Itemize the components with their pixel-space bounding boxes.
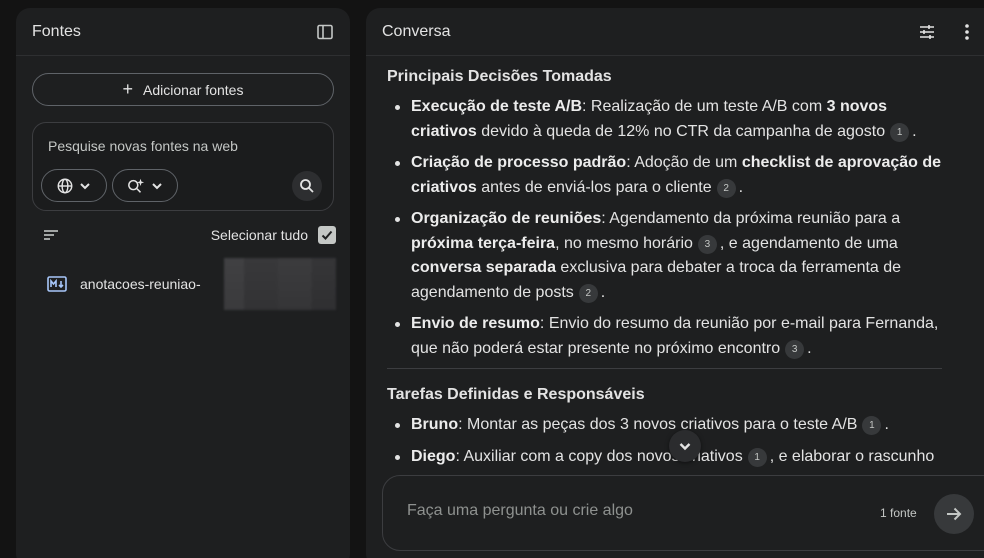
list-item: Organização de reuniões: Agendamento da … [387, 207, 947, 305]
tasks-list: Bruno: Montar as peças dos 3 novos criat… [387, 413, 947, 469]
item-heading: Organização de reuniões [411, 210, 602, 227]
item-text: , no mesmo horário [555, 234, 693, 252]
chat-input[interactable] [407, 502, 847, 520]
sources-title: Fontes [32, 22, 81, 40]
source-name: anotacoes-reuniao- [80, 276, 201, 292]
sidebar-toggle-icon[interactable] [310, 17, 340, 47]
sources-header: Fontes [16, 8, 350, 56]
citation-chip[interactable]: 1 [747, 447, 767, 467]
citation-chip[interactable]: 1 [862, 416, 882, 435]
web-search-card [32, 122, 334, 211]
sources-panel: Fontes + Adicionar fontes Pesquise novas… [16, 8, 350, 558]
source-count: 1 fonte [880, 506, 917, 520]
select-all-checkbox[interactable] [318, 226, 336, 244]
chevron-down-icon [679, 443, 691, 451]
item-heading: Diego [411, 447, 456, 465]
app-window: Fontes + Adicionar fontes Pesquise novas… [0, 0, 984, 558]
citation-chip[interactable]: 2 [578, 283, 598, 303]
list-item: Bruno: Montar as peças dos 3 novos criat… [387, 413, 947, 438]
tune-icon[interactable] [912, 17, 942, 47]
citation-chip[interactable]: 1 [890, 122, 910, 142]
arrow-right-icon [947, 507, 962, 521]
web-source-dropdown[interactable] [41, 169, 107, 202]
source-item[interactable]: anotacoes-reuniao- [32, 258, 336, 310]
item-heading: Criação de processo padrão [411, 154, 627, 171]
check-icon [321, 230, 333, 240]
list-item: Envio de resumo: Envio do resumo da reun… [387, 312, 947, 361]
search-icon [300, 179, 314, 193]
select-all-row: Selecionar tudo [32, 220, 336, 250]
research-sparkle-icon [128, 178, 145, 193]
item-text: , e agendamento de uma [719, 234, 898, 252]
item-text: : Adoção de um [626, 154, 742, 171]
more-vert-icon[interactable] [952, 17, 982, 47]
add-sources-button[interactable]: + Adicionar fontes [32, 73, 334, 106]
item-text: antes de enviá-los para o cliente [476, 178, 712, 196]
item-text: : Agendamento da próxima reunião para a [601, 210, 901, 227]
markdown-file-icon [47, 276, 67, 292]
section-title-tasks: Tarefas Definidas e Responsáveis [387, 386, 645, 403]
redacted-area [224, 258, 336, 310]
search-submit-button[interactable] [292, 171, 322, 201]
citation-chip[interactable]: 3 [785, 339, 805, 359]
plus-icon: + [122, 78, 134, 99]
scroll-down-button[interactable] [669, 430, 701, 462]
citation-chip[interactable]: 3 [697, 234, 717, 254]
item-heading: Envio de resumo [411, 315, 540, 332]
list-item: Execução de teste A/B: Realização de um … [387, 95, 947, 144]
list-item: Criação de processo padrão: Adoção de um… [387, 151, 947, 200]
item-punctuation: . [600, 283, 606, 301]
chat-title: Conversa [382, 22, 451, 40]
item-heading: Bruno [411, 416, 459, 433]
section-divider [387, 368, 942, 369]
item-text: , e elaborar o rascunho [769, 447, 935, 465]
chat-panel: Conversa Principais Decisões Tomadas Exe… [366, 8, 984, 558]
item-punctuation: . [807, 339, 812, 357]
citation-chip[interactable]: 2 [716, 178, 736, 198]
research-mode-dropdown[interactable] [112, 169, 178, 202]
section-title-decisions: Principais Decisões Tomadas [387, 68, 612, 85]
chevron-down-icon [80, 182, 90, 189]
chat-response: Principais Decisões Tomadas Execução de … [387, 65, 947, 478]
chevron-down-icon [152, 182, 162, 189]
select-all-label: Selecionar tudo [210, 227, 308, 243]
send-button[interactable] [934, 494, 974, 534]
list-item: Diego: Auxiliar com a copy dos novos cri… [387, 445, 947, 470]
web-search-input[interactable] [48, 138, 308, 154]
sort-icon[interactable] [36, 220, 66, 250]
item-text: : Realização de um teste A/B com [582, 98, 827, 115]
add-sources-label: Adicionar fontes [143, 81, 244, 98]
select-all-control: Selecionar tudo [210, 226, 336, 244]
decisions-list: Execução de teste A/B: Realização de um … [387, 95, 947, 361]
item-punctuation: . [912, 122, 917, 140]
item-punctuation: . [884, 416, 889, 433]
chat-header: Conversa [366, 8, 984, 56]
globe-icon [57, 178, 73, 193]
item-punctuation: . [738, 178, 744, 196]
item-text: : Montar as peças dos 3 novos criativos … [458, 416, 858, 433]
item-heading: Execução de teste A/B [411, 98, 583, 115]
chat-composer: 1 fonte [382, 475, 984, 551]
item-emphasis: próxima terça-feira [411, 234, 556, 252]
item-text: devido à queda de 12% no CTR da campanha… [476, 122, 886, 140]
item-emphasis: conversa separada [411, 259, 556, 276]
